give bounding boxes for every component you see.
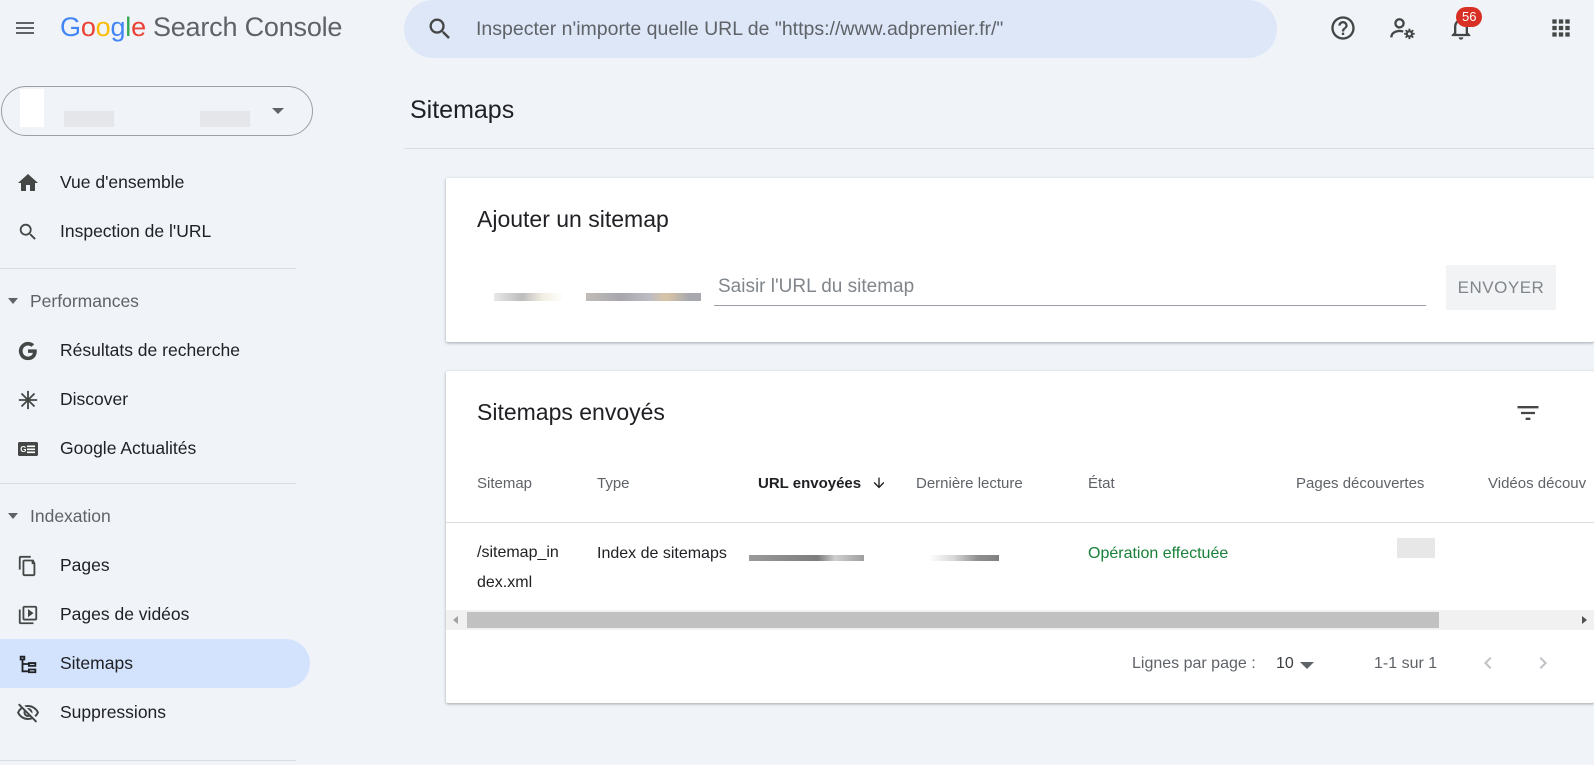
column-header-last-read[interactable]: Dernière lecture	[916, 475, 1023, 492]
last-read-redacted	[929, 555, 999, 561]
page-title: Sitemaps	[410, 96, 515, 124]
sidebar-item-label: Inspection de l'URL	[60, 221, 212, 241]
sitemap-path-line: /sitemap_in	[477, 544, 559, 561]
column-header-pages-discovered[interactable]: Pages découvertes	[1296, 475, 1424, 492]
sitemap-icon	[14, 650, 42, 678]
apps-grid-icon[interactable]	[1546, 13, 1576, 43]
sidebar-item-pages[interactable]: Pages	[0, 541, 310, 590]
pages-icon	[14, 552, 42, 580]
home-icon	[14, 169, 42, 197]
filter-icon[interactable]	[1514, 399, 1542, 432]
asterisk-icon	[14, 386, 42, 414]
sidebar-item-search-results[interactable]: Résultats de recherche	[0, 326, 310, 375]
scroll-right-arrow-icon[interactable]	[1582, 616, 1587, 624]
sent-sitemaps-card: Sitemaps envoyés Sitemap Type URL envoyé…	[446, 371, 1594, 703]
table-header-divider	[446, 522, 1594, 523]
sidebar-item-label: Google Actualités	[60, 438, 197, 458]
sidebar-item-sitemaps[interactable]: Sitemaps	[0, 639, 310, 688]
status-success: Opération effectuée	[1088, 545, 1229, 562]
add-sitemap-title: Ajouter un sitemap	[477, 206, 669, 232]
sidebar-divider	[0, 760, 296, 761]
sidebar-item-removals[interactable]: Suppressions	[0, 688, 310, 737]
logo-letter: o	[95, 12, 111, 42]
product-name: Search Console	[152, 12, 343, 42]
domain-prefix-redacted	[494, 293, 564, 301]
product-logo[interactable]: Google Search Console	[60, 12, 342, 43]
section-label: Performances	[30, 290, 139, 311]
add-sitemap-card: Ajouter un sitemap ENVOYER	[446, 178, 1594, 342]
help-icon[interactable]	[1328, 13, 1358, 43]
rows-per-page-select[interactable]: 10	[1276, 655, 1294, 673]
chevron-down-icon[interactable]	[1300, 662, 1314, 669]
collapse-arrow-icon	[8, 513, 18, 519]
domain-prefix-redacted	[586, 293, 701, 301]
search-input[interactable]	[476, 0, 1236, 58]
logo-letter: g	[110, 12, 126, 42]
google-g-icon	[14, 337, 42, 365]
chevron-down-icon	[272, 108, 284, 114]
svg-text:G: G	[20, 445, 26, 454]
news-icon: G	[14, 435, 42, 463]
sidebar-item-discover[interactable]: Discover	[0, 375, 310, 424]
sitemap-path-cell[interactable]: /sitemap_in dex.xml	[477, 538, 559, 598]
column-header-status[interactable]: État	[1088, 475, 1115, 492]
logo-letter: o	[80, 12, 96, 42]
section-performance[interactable]: Performances	[8, 286, 139, 316]
sidebar-item-label: Pages de vidéos	[60, 604, 190, 624]
section-indexing[interactable]: Indexation	[8, 501, 111, 531]
section-label: Indexation	[30, 505, 111, 526]
property-favicon	[20, 89, 44, 127]
collapse-arrow-icon	[8, 298, 18, 304]
pagination-range: 1-1 sur 1	[1374, 655, 1438, 672]
sitemap-url-input[interactable]	[714, 268, 1426, 306]
next-page-icon[interactable]	[1531, 651, 1555, 680]
previous-page-icon[interactable]	[1476, 651, 1500, 680]
submitted-urls-redacted	[749, 555, 864, 561]
logo-letter: G	[60, 12, 81, 42]
column-header-type[interactable]: Type	[597, 475, 630, 492]
sidebar-divider	[0, 483, 296, 484]
pages-discovered-redacted	[1397, 538, 1435, 558]
visibility-off-icon	[14, 699, 42, 727]
sidebar-item-overview[interactable]: Vue d'ensemble	[0, 158, 310, 207]
admin-settings-icon[interactable]	[1388, 13, 1418, 43]
sidebar-item-label: Vue d'ensemble	[60, 172, 185, 192]
menu-icon[interactable]	[10, 13, 40, 43]
rows-per-page-label: Lignes par page :	[1132, 655, 1256, 672]
type-cell: Index de sitemaps	[597, 545, 727, 562]
sidebar-item-label: Résultats de recherche	[60, 340, 240, 360]
sidebar-divider	[0, 268, 296, 269]
property-name-redacted	[64, 111, 114, 127]
sent-sitemaps-title: Sitemaps envoyés	[477, 399, 665, 425]
sidebar-item-label: Discover	[60, 389, 129, 409]
sidebar-item-google-news[interactable]: G Google Actualités	[0, 424, 310, 473]
sidebar-item-url-inspection[interactable]: Inspection de l'URL	[0, 207, 310, 256]
sort-arrow-down-icon	[873, 477, 885, 489]
sidebar-item-label: Suppressions	[60, 702, 167, 722]
logo-letter: e	[131, 12, 146, 42]
sidebar-item-label: Pages	[60, 555, 110, 575]
url-inspection-search[interactable]	[404, 0, 1277, 58]
title-divider	[404, 148, 1594, 149]
column-header-submitted-urls[interactable]: URL envoyées	[758, 475, 887, 492]
column-header-videos-discovered[interactable]: Vidéos découv	[1488, 475, 1586, 492]
submit-sitemap-button[interactable]: ENVOYER	[1446, 265, 1556, 310]
search-icon	[14, 218, 42, 246]
property-selector[interactable]	[1, 86, 313, 136]
sitemap-path-line: dex.xml	[477, 574, 533, 591]
scroll-left-arrow-icon[interactable]	[453, 616, 458, 624]
top-bar: GoogleSearch Console 56	[0, 0, 1594, 58]
property-name-redacted	[200, 111, 250, 127]
search-icon[interactable]	[426, 15, 454, 48]
horizontal-scrollbar[interactable]	[446, 610, 1594, 630]
column-header-label: URL envoyées	[758, 475, 862, 492]
video-pages-icon	[14, 601, 42, 629]
scrollbar-thumb[interactable]	[467, 612, 1439, 628]
sidebar-item-video-pages[interactable]: Pages de vidéos	[0, 590, 310, 639]
column-header-sitemap[interactable]: Sitemap	[477, 475, 532, 492]
sidebar-item-label: Sitemaps	[60, 653, 133, 673]
notification-badge: 56	[1456, 7, 1483, 27]
